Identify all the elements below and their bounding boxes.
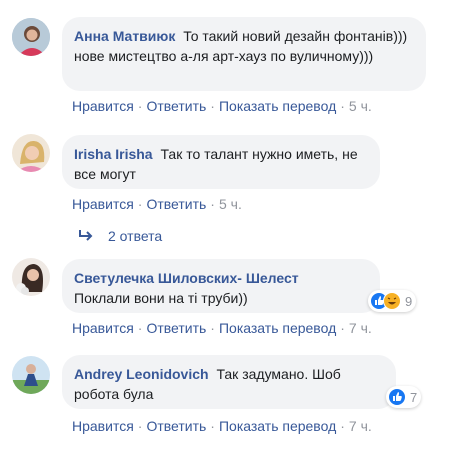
comment-text: Поклали вони на ті труби)) — [74, 290, 248, 306]
comment-author[interactable]: Irisha Irisha — [74, 146, 153, 162]
avatar[interactable] — [12, 258, 50, 296]
reactions-summary[interactable]: 7 — [386, 386, 422, 408]
comment-bubble: Анна Матвиюк То такий новий дезайн фонта… — [62, 17, 426, 91]
reactions-summary[interactable]: 9 — [368, 290, 417, 312]
comment-bubble: Irisha Irisha Так то талант нужно иметь,… — [62, 135, 380, 189]
avatar[interactable] — [12, 134, 50, 172]
timestamp[interactable]: 5 ч. — [219, 196, 242, 212]
comment-author[interactable]: Светулечка Шиловских- Шелест — [74, 270, 299, 286]
reply-link[interactable]: Ответить — [146, 196, 206, 212]
comment-bubble: Andrey Leonidovich Так задумано. Шоб роб… — [62, 355, 396, 409]
avatar[interactable] — [12, 18, 50, 56]
reaction-count: 7 — [410, 389, 418, 405]
timestamp[interactable]: 7 ч. — [349, 320, 372, 336]
like-link[interactable]: Нравится — [72, 196, 134, 212]
comment-bubble: Светулечка Шиловских- Шелест Поклали вон… — [62, 259, 380, 313]
avatar-photo — [12, 18, 50, 56]
reply-link[interactable]: Ответить — [146, 320, 206, 336]
reaction-count: 9 — [405, 293, 413, 309]
haha-icon — [383, 292, 401, 310]
avatar-photo — [12, 356, 50, 394]
comment-actions: Нравится · Ответить · Показать перевод · 7 ч. — [72, 320, 372, 336]
view-replies-link[interactable]: 2 ответа — [78, 228, 162, 244]
comment-actions: Нравится · Ответить · 5 ч. — [72, 196, 242, 212]
translate-link[interactable]: Показать перевод — [219, 418, 336, 434]
comment-actions: Нравится · Ответить · Показать перевод · 7 ч. — [72, 418, 372, 434]
comment-actions: Нравится · Ответить · Показать перевод · 5 ч. — [72, 98, 372, 114]
reply-link[interactable]: Ответить — [146, 98, 206, 114]
timestamp[interactable]: 5 ч. — [349, 98, 372, 114]
timestamp[interactable]: 7 ч. — [349, 418, 372, 434]
comment-author[interactable]: Анна Матвиюк — [74, 28, 175, 44]
translate-link[interactable]: Показать перевод — [219, 98, 336, 114]
reply-link[interactable]: Ответить — [146, 418, 206, 434]
avatar-photo — [12, 134, 50, 172]
like-link[interactable]: Нравится — [72, 98, 134, 114]
like-link[interactable]: Нравится — [72, 320, 134, 336]
replies-count[interactable]: 2 ответа — [108, 228, 162, 244]
reply-arrow-icon — [79, 230, 93, 241]
translate-link[interactable]: Показать перевод — [219, 320, 336, 336]
comment-author[interactable]: Andrey Leonidovich — [74, 366, 209, 382]
avatar[interactable] — [12, 356, 50, 394]
like-icon — [388, 388, 406, 406]
avatar-photo — [12, 258, 50, 296]
like-link[interactable]: Нравится — [72, 418, 134, 434]
